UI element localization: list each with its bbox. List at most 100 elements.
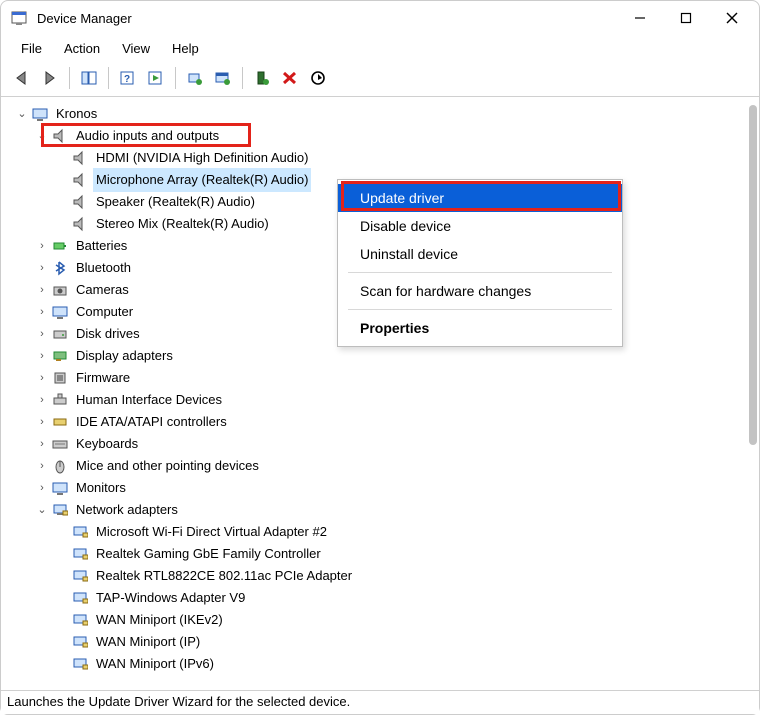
network-adapter-icon — [71, 611, 89, 629]
device-net-tap[interactable]: TAP-Windows Adapter V9 — [11, 587, 759, 609]
device-hdmi-audio[interactable]: HDMI (NVIDIA High Definition Audio) — [11, 147, 759, 169]
expand-icon[interactable]: › — [35, 367, 49, 389]
expand-icon[interactable]: › — [35, 301, 49, 323]
tree-root-label: Kronos — [53, 102, 100, 126]
category-label: Firmware — [73, 366, 133, 390]
category-label: Disk drives — [73, 322, 143, 346]
network-adapter-icon — [71, 633, 89, 651]
network-icon — [51, 501, 69, 519]
category-label: Bluetooth — [73, 256, 134, 280]
menu-view[interactable]: View — [112, 39, 160, 58]
uninstall-device-button[interactable] — [277, 66, 303, 90]
maximize-button[interactable] — [663, 3, 709, 33]
device-net-wan-ip[interactable]: WAN Miniport (IP) — [11, 631, 759, 653]
category-label: Audio inputs and outputs — [73, 124, 222, 148]
collapse-icon[interactable]: ⌄ — [35, 499, 49, 521]
speaker-icon — [71, 171, 89, 189]
device-net-rtl[interactable]: Realtek RTL8822CE 802.11ac PCIe Adapter — [11, 565, 759, 587]
scroll-thumb[interactable] — [749, 105, 757, 445]
ctx-update-driver[interactable]: Update driver — [338, 184, 622, 212]
status-bar: Launches the Update Driver Wizard for th… — [1, 690, 759, 714]
tree-root[interactable]: ⌄ Kronos — [11, 103, 759, 125]
expand-icon[interactable]: › — [35, 323, 49, 345]
category-label: Network adapters — [73, 498, 181, 522]
category-label: Keyboards — [73, 432, 141, 456]
enable-device-button[interactable] — [249, 66, 275, 90]
expand-icon[interactable]: › — [35, 389, 49, 411]
device-label: Stereo Mix (Realtek(R) Audio) — [93, 212, 272, 236]
bluetooth-icon — [51, 259, 69, 277]
category-display[interactable]: › Display adapters — [11, 345, 759, 367]
svg-text:?: ? — [124, 74, 130, 85]
category-mice[interactable]: › Mice and other pointing devices — [11, 455, 759, 477]
menu-action[interactable]: Action — [54, 39, 110, 58]
minimize-button[interactable] — [617, 3, 663, 33]
device-label: Realtek RTL8822CE 802.11ac PCIe Adapter — [93, 564, 355, 588]
chip-icon — [51, 369, 69, 387]
expand-icon[interactable]: › — [35, 235, 49, 257]
device-label: WAN Miniport (IKEv2) — [93, 608, 226, 632]
device-label: TAP-Windows Adapter V9 — [93, 586, 248, 610]
ctx-properties[interactable]: Properties — [338, 314, 622, 342]
device-label: Microsoft Wi-Fi Direct Virtual Adapter #… — [93, 520, 330, 544]
ctx-scan-hardware[interactable]: Scan for hardware changes — [338, 277, 622, 305]
speaker-icon — [51, 127, 69, 145]
speaker-icon — [71, 215, 89, 233]
expand-icon[interactable]: › — [35, 345, 49, 367]
category-hid[interactable]: ›Human Interface Devices — [11, 389, 759, 411]
expand-icon[interactable]: › — [35, 433, 49, 455]
update-driver-button[interactable] — [182, 66, 208, 90]
expand-icon[interactable]: › — [35, 477, 49, 499]
category-label: Display adapters — [73, 344, 176, 368]
expand-icon[interactable]: › — [35, 257, 49, 279]
device-net-wan-ipv6[interactable]: WAN Miniport (IPv6) — [11, 653, 759, 675]
device-label: Microphone Array (Realtek(R) Audio) — [93, 168, 311, 192]
device-label: WAN Miniport (IP) — [93, 630, 203, 654]
device-net-gbe[interactable]: Realtek Gaming GbE Family Controller — [11, 543, 759, 565]
monitor-icon — [51, 479, 69, 497]
expand-icon[interactable]: › — [35, 411, 49, 433]
network-adapter-icon — [71, 655, 89, 673]
collapse-icon[interactable]: ⌄ — [15, 103, 29, 125]
collapse-icon[interactable]: ⌄ — [35, 125, 49, 147]
category-label: Mice and other pointing devices — [73, 454, 262, 478]
category-network[interactable]: ⌄ Network adapters — [11, 499, 759, 521]
computer-icon — [31, 105, 49, 123]
back-button[interactable] — [9, 66, 35, 90]
expand-icon[interactable]: › — [35, 279, 49, 301]
speaker-icon — [71, 149, 89, 167]
category-label: Batteries — [73, 234, 130, 258]
close-button[interactable] — [709, 3, 755, 33]
category-ide[interactable]: ›IDE ATA/ATAPI controllers — [11, 411, 759, 433]
help-button[interactable]: ? — [115, 66, 141, 90]
forward-button[interactable] — [37, 66, 63, 90]
ctx-separator — [348, 272, 612, 273]
device-label: HDMI (NVIDIA High Definition Audio) — [93, 146, 311, 170]
category-audio[interactable]: ⌄ Audio inputs and outputs — [11, 125, 759, 147]
device-net-wan-ikev2[interactable]: WAN Miniport (IKEv2) — [11, 609, 759, 631]
computer-icon — [51, 303, 69, 321]
scrollbar[interactable] — [743, 97, 757, 686]
mouse-icon — [51, 457, 69, 475]
action-button[interactable] — [143, 66, 169, 90]
camera-icon — [51, 281, 69, 299]
show-hide-tree-button[interactable] — [76, 66, 102, 90]
ctx-disable-device[interactable]: Disable device — [338, 212, 622, 240]
speaker-icon — [71, 193, 89, 211]
ide-icon — [51, 413, 69, 431]
disable-device-button[interactable] — [305, 66, 331, 90]
ctx-uninstall-device[interactable]: Uninstall device — [338, 240, 622, 268]
status-text: Launches the Update Driver Wizard for th… — [7, 694, 350, 709]
menu-help[interactable]: Help — [162, 39, 209, 58]
window-title: Device Manager — [37, 11, 617, 26]
titlebar: Device Manager — [1, 1, 759, 35]
device-net-wifi-direct[interactable]: Microsoft Wi-Fi Direct Virtual Adapter #… — [11, 521, 759, 543]
category-firmware[interactable]: › Firmware — [11, 367, 759, 389]
app-icon — [11, 10, 27, 26]
category-monitors[interactable]: ›Monitors — [11, 477, 759, 499]
expand-icon[interactable]: › — [35, 455, 49, 477]
scan-hardware-button[interactable] — [210, 66, 236, 90]
category-keyboards[interactable]: › Keyboards — [11, 433, 759, 455]
menu-file[interactable]: File — [11, 39, 52, 58]
keyboard-icon — [51, 435, 69, 453]
